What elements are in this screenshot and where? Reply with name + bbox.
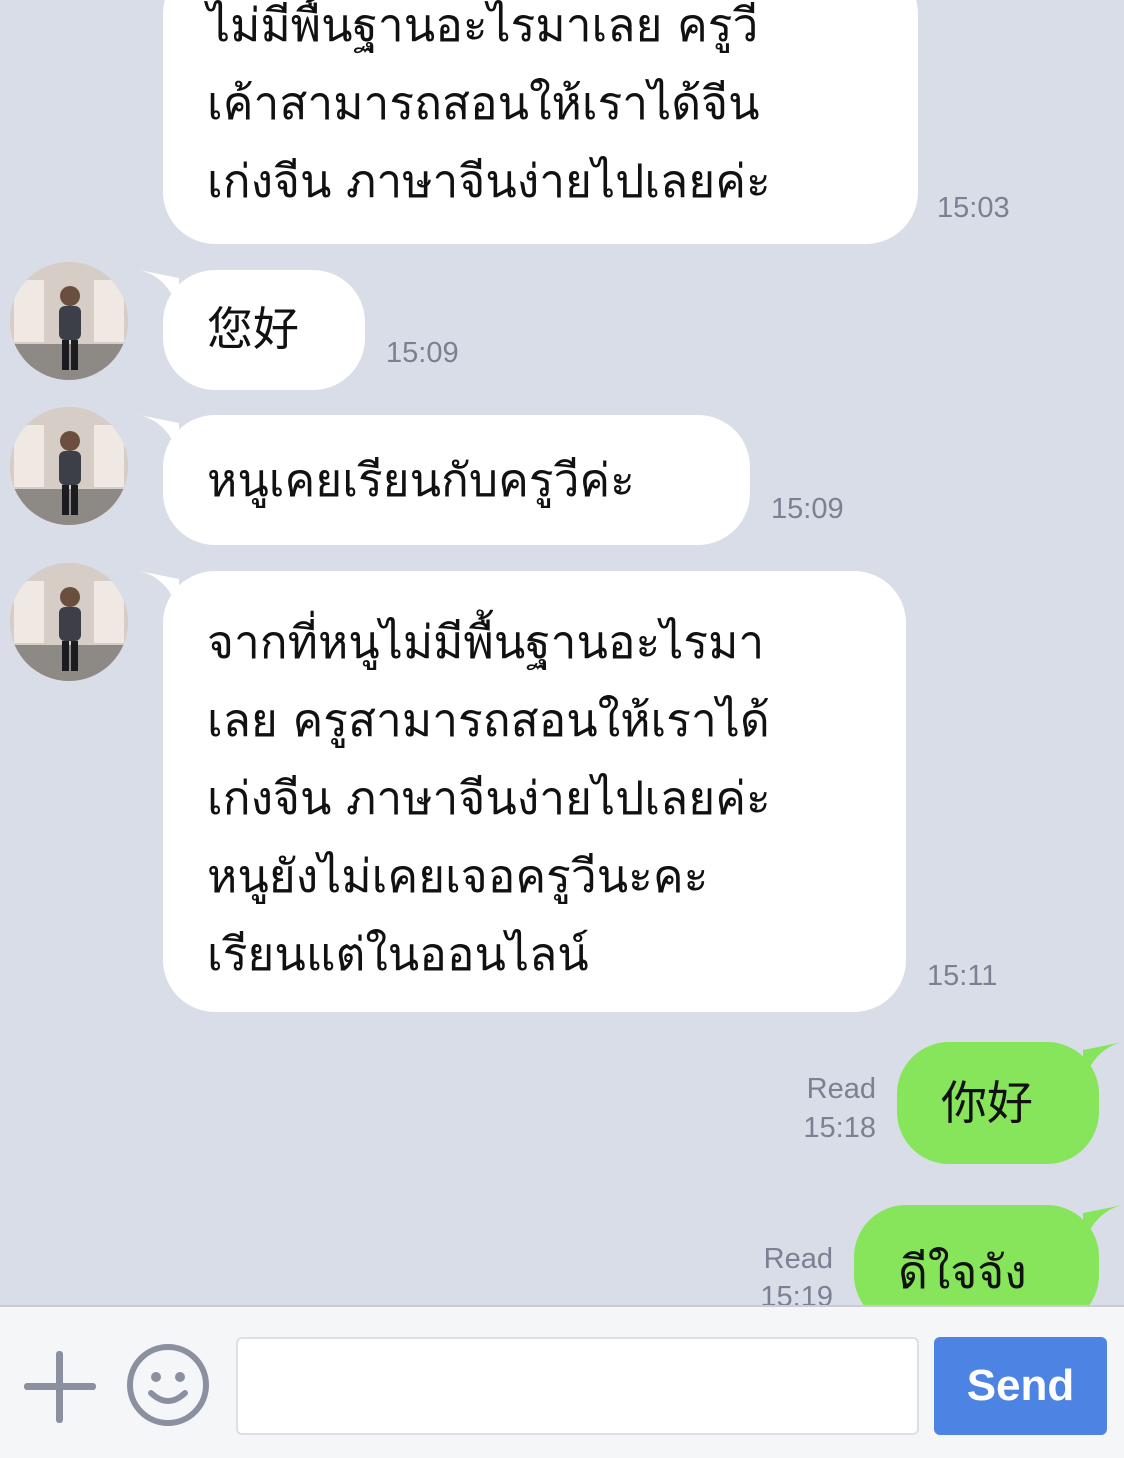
message-text: 您好 — [207, 302, 299, 356]
read-status: Read — [763, 1243, 833, 1275]
message-line: เลย ครูสามารถสอนให้เราได้ — [207, 693, 770, 747]
read-status: Read — [806, 1073, 876, 1105]
message-line: เค้าสามารถสอนให้เราได้จีน — [207, 76, 760, 130]
message-time: 15:19 — [760, 1281, 833, 1305]
message-time: 15:03 — [937, 192, 1010, 224]
message-input[interactable] — [236, 1337, 919, 1435]
message-bubble-received[interactable]: 您好 — [139, 270, 365, 390]
bubble-tail — [139, 270, 179, 310]
smiley-icon[interactable] — [126, 1343, 210, 1427]
message-bubble-sent[interactable]: ดีใจจัง — [854, 1205, 1123, 1305]
message-text: หนูเคยเรียนกับครูวีค่ะ — [207, 453, 635, 507]
bubble-tail — [1083, 1205, 1123, 1245]
message-bubble-received[interactable]: ไม่มีพื้นฐานอะไรมาเลย ครูวี เค้าสามารถสอ… — [163, 0, 918, 244]
message-composer: Send — [0, 1305, 1124, 1458]
message-time: 15:11 — [927, 960, 998, 992]
avatar-photo — [10, 407, 128, 525]
message-time: 15:09 — [771, 493, 844, 525]
avatar[interactable] — [10, 563, 128, 681]
avatar[interactable] — [10, 407, 128, 525]
avatar[interactable] — [10, 262, 128, 380]
bubble-tail — [139, 571, 179, 611]
plus-icon[interactable] — [24, 1351, 96, 1423]
message-time: 15:18 — [803, 1112, 876, 1144]
message-line: เก่งจีน ภาษาจีนง่ายไปเลยค่ะ — [207, 154, 771, 208]
send-button[interactable]: Send — [934, 1337, 1107, 1435]
message-line: เรียนแต่ในออนไลน์ — [207, 927, 589, 981]
message-line: หนูยังไม่เคยเจอครูวีนะคะ — [207, 849, 709, 903]
chat-area[interactable]: ไม่มีพื้นฐานอะไรมาเลย ครูวี เค้าสามารถสอ… — [0, 0, 1124, 1305]
bubble-tail — [1083, 1042, 1123, 1082]
message-line: จากที่หนูไม่มีพื้นฐานอะไรมา — [207, 615, 765, 669]
avatar-photo — [10, 563, 128, 681]
message-bubble-sent[interactable]: 你好 — [897, 1042, 1123, 1164]
message-time: 15:09 — [386, 337, 459, 369]
message-line: เก่งจีน ภาษาจีนง่ายไปเลยค่ะ — [207, 771, 771, 825]
message-text: ดีใจจัง — [898, 1245, 1027, 1299]
message-bubble-received[interactable]: จากที่หนูไม่มีพื้นฐานอะไรมา เลย ครูสามาร… — [139, 571, 906, 1012]
message-line: ไม่มีพื้นฐานอะไรมาเลย ครูวี — [207, 0, 759, 52]
message-bubble-received[interactable]: หนูเคยเรียนกับครูวีค่ะ — [139, 415, 750, 545]
bubble-tail — [139, 415, 179, 455]
message-text: 你好 — [941, 1076, 1033, 1130]
avatar-photo — [10, 262, 128, 380]
